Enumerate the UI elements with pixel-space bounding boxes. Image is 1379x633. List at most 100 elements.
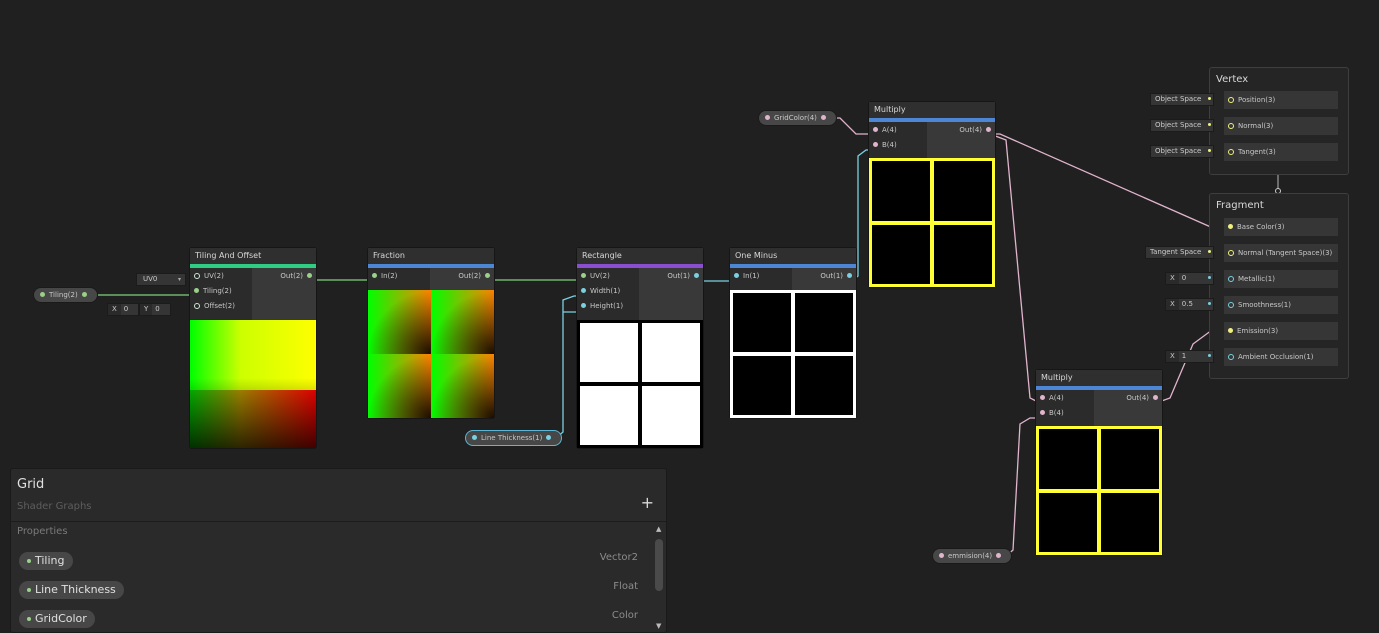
uv-select-value: UV0 (143, 275, 158, 283)
port-icon (873, 142, 878, 147)
uv-channel-select[interactable]: UV0 ▾ (137, 274, 185, 285)
position-slot[interactable]: Position(3) (1224, 91, 1338, 109)
multiply-node-bottom[interactable]: Multiply A(4) B(4) Out(4) (1036, 370, 1162, 555)
port-icon (1228, 148, 1234, 155)
preview-cell (642, 323, 700, 382)
in-input-port[interactable]: In(2) (368, 270, 397, 282)
emission-property-node[interactable]: emmision(4) (933, 549, 1012, 563)
property-pill[interactable]: Line Thickness (19, 581, 124, 599)
tiling-input-port[interactable]: Tiling(2) (190, 285, 232, 297)
field-value[interactable]: 1 (1179, 352, 1186, 360)
node-title: Rectangle (577, 248, 703, 264)
uv-input-port[interactable]: UV(2) (577, 270, 610, 282)
offset-y-field[interactable]: Y0 (140, 304, 170, 315)
tiling-and-offset-node[interactable]: Tiling And Offset UV(2) Tiling(2) Offset… (190, 248, 316, 448)
offset-x-value[interactable]: 0 (121, 305, 128, 313)
output-port-icon[interactable] (820, 115, 826, 120)
port-label: Width(1) (590, 287, 621, 295)
normal-tangent-slot[interactable]: Normal (Tangent Space)(3) (1224, 244, 1338, 262)
metallic-slot[interactable]: Metallic(1) (1224, 270, 1338, 288)
field-value: Object Space (1155, 95, 1202, 103)
port-icon (986, 127, 991, 132)
tiling-property-node[interactable]: Tiling(2) (34, 288, 97, 302)
slot-label: Base Color(3) (1237, 223, 1285, 231)
a-input-port[interactable]: A(4) (869, 124, 897, 136)
port-label: B(4) (882, 141, 897, 149)
property-row-tiling[interactable]: Tiling Vector2 (19, 549, 638, 570)
a-input-port[interactable]: A(4) (1036, 392, 1064, 404)
add-property-button[interactable]: + (641, 493, 654, 512)
tangent-space-field[interactable]: Object Space (1151, 146, 1213, 157)
slot-label: Tangent(3) (1238, 148, 1276, 156)
property-name: Tiling (35, 554, 65, 567)
ambient-occlusion-slot[interactable]: Ambient Occlusion(1) (1224, 348, 1338, 366)
smoothness-value-field[interactable]: X 0.5 (1166, 299, 1213, 310)
property-pill[interactable]: Tiling (19, 552, 73, 570)
properties-section-label: Properties (17, 526, 68, 537)
property-pill[interactable]: GridColor (19, 610, 95, 628)
gridcolor-property-node[interactable]: GridColor(4) (759, 111, 836, 125)
metallic-value-field[interactable]: X0 (1166, 273, 1213, 284)
output-port-icon[interactable] (81, 292, 87, 297)
normal-space-field[interactable]: Object Space (1151, 120, 1213, 131)
node-preview (730, 290, 856, 418)
fragment-context[interactable]: Fragment Base Color(3) Normal (Tangent S… (1209, 193, 1349, 379)
tiling-property-label: Tiling(2) (49, 291, 78, 299)
base-color-slot[interactable]: Base Color(3) (1224, 218, 1338, 236)
scrollbar-thumb[interactable] (655, 539, 663, 591)
out-port[interactable]: Out(1) (820, 270, 856, 282)
port-icon (581, 288, 586, 293)
tangent-slot[interactable]: Tangent(3) (1224, 143, 1338, 161)
line-thickness-property-node[interactable]: Line Thickness(1) (466, 431, 562, 445)
emission-slot[interactable]: Emission(3) (1224, 322, 1338, 340)
output-port-icon[interactable] (996, 553, 1002, 558)
offset-x-field[interactable]: X0 (108, 304, 138, 315)
out-port[interactable]: Out(4) (959, 124, 995, 136)
port-icon (734, 273, 739, 278)
out-port[interactable]: Out(4) (1126, 392, 1162, 404)
b-input-port[interactable]: B(4) (869, 139, 897, 151)
port-label: Offset(2) (204, 302, 235, 310)
field-value[interactable]: 0.5 (1179, 300, 1193, 308)
output-port-icon[interactable] (546, 435, 552, 440)
fraction-node[interactable]: Fraction In(2) Out(2) (368, 248, 494, 418)
port-icon (1228, 301, 1234, 308)
field-value[interactable]: 0 (1179, 274, 1186, 282)
port-icon (1153, 395, 1158, 400)
scroll-up-icon[interactable]: ▲ (656, 525, 661, 533)
offset-y-value[interactable]: 0 (152, 305, 159, 313)
blackboard-panel[interactable]: Grid Shader Graphs + Properties Tiling V… (10, 468, 667, 633)
in-input-port[interactable]: In(1) (730, 270, 759, 282)
graph-canvas[interactable]: Tiling(2) UV0 ▾ X0 Y0 Tiling And Offset U… (0, 0, 1379, 633)
position-space-field[interactable]: Object Space (1151, 94, 1213, 105)
slot-label: Position(3) (1238, 96, 1276, 104)
b-input-port[interactable]: B(4) (1036, 407, 1064, 419)
out-port[interactable]: Out(2) (280, 270, 316, 282)
normal-slot[interactable]: Normal(3) (1224, 117, 1338, 135)
rectangle-node[interactable]: Rectangle UV(2) Width(1) Height(1) Out(1… (577, 248, 703, 448)
ambient-occlusion-value-field[interactable]: X1 (1166, 351, 1213, 362)
offset-y-label: Y (140, 304, 153, 315)
height-input-port[interactable]: Height(1) (577, 300, 623, 312)
out-port[interactable]: Out(2) (458, 270, 494, 282)
multiply-node-top[interactable]: Multiply A(4) B(4) Out(4) (869, 102, 995, 287)
axis-label: X (1166, 351, 1179, 362)
connector-icon (1208, 97, 1211, 100)
one-minus-node[interactable]: One Minus In(1) Out(1) (730, 248, 856, 418)
properties-scrollbar[interactable]: ▲ ▼ (654, 525, 664, 630)
width-input-port[interactable]: Width(1) (577, 285, 620, 297)
slot-label: Normal (Tangent Space)(3) (1238, 249, 1333, 257)
vertex-context[interactable]: Vertex Position(3) Normal(3) Tangent(3) (1209, 67, 1349, 175)
uv-input-port[interactable]: UV(2) (190, 270, 224, 282)
smoothness-slot[interactable]: Smoothness(1) (1224, 296, 1338, 314)
port-icon (1228, 249, 1234, 256)
property-row-line-thickness[interactable]: Line Thickness Float (19, 578, 638, 599)
scroll-down-icon[interactable]: ▼ (656, 622, 661, 630)
port-label: In(2) (381, 272, 398, 280)
property-row-gridcolor[interactable]: GridColor Color (19, 607, 638, 628)
preview-cell (733, 293, 791, 352)
offset-input-port[interactable]: Offset(2) (190, 300, 235, 312)
normal-space-dropdown[interactable]: Tangent Space (1146, 247, 1213, 258)
out-port[interactable]: Out(1) (667, 270, 703, 282)
property-dot-icon (27, 587, 31, 592)
